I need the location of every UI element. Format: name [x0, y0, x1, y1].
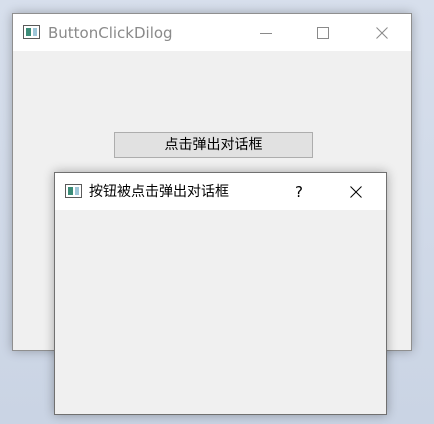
close-button[interactable] — [359, 14, 405, 51]
main-window-title: ButtonClickDilog — [48, 24, 173, 42]
dialog-titlebar[interactable]: 按钮被点击弹出对话框 ? — [55, 173, 386, 210]
maximize-button[interactable] — [300, 14, 346, 51]
help-button[interactable]: ? — [279, 173, 319, 210]
close-icon — [350, 185, 362, 198]
dialog-window: 按钮被点击弹出对话框 ? — [54, 172, 387, 415]
main-window-titlebar[interactable]: ButtonClickDilog — [13, 14, 411, 51]
minimize-button[interactable] — [243, 14, 289, 51]
app-window-icon — [23, 25, 40, 39]
dialog-app-icon — [65, 184, 82, 198]
dialog-close-button[interactable] — [333, 173, 379, 210]
show-dialog-button[interactable]: 点击弹出对话框 — [114, 132, 313, 158]
help-icon: ? — [295, 182, 303, 201]
dialog-title: 按钮被点击弹出对话框 — [89, 184, 229, 200]
maximize-icon — [317, 26, 329, 39]
minimize-icon — [260, 32, 272, 34]
close-icon — [376, 26, 388, 39]
